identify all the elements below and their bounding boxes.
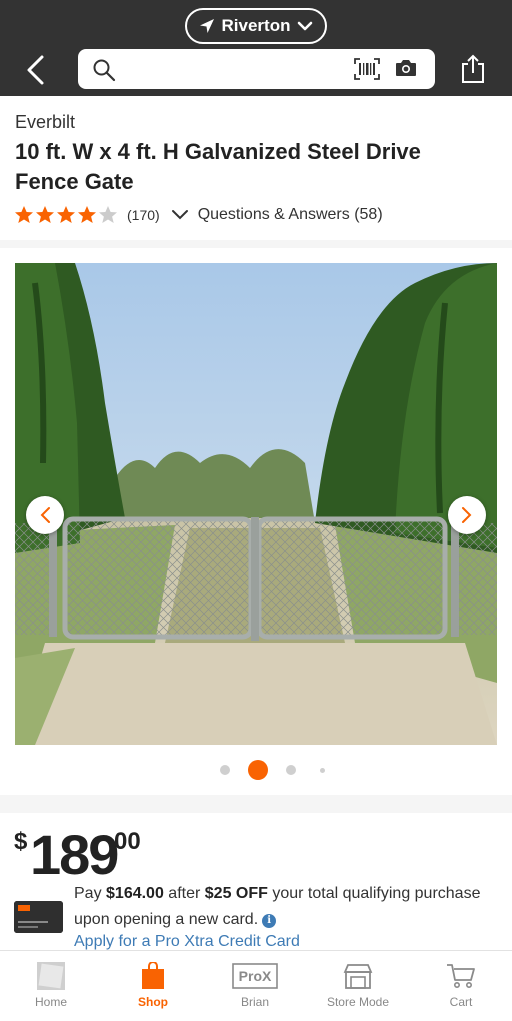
fence-gate-photo: [15, 263, 497, 745]
star-icon: [57, 206, 75, 223]
camera-icon[interactable]: [395, 59, 417, 77]
search-input[interactable]: [126, 57, 326, 81]
pagination-dot[interactable]: [286, 765, 296, 775]
credit-card-image: [14, 901, 63, 933]
product-image[interactable]: [15, 263, 497, 745]
search-icon: [93, 59, 116, 82]
store-icon: [343, 964, 373, 989]
shop-bag-icon: [142, 962, 164, 989]
review-count[interactable]: (170): [127, 207, 160, 223]
chevron-down-icon[interactable]: [171, 209, 189, 221]
location-arrow-icon: [199, 19, 214, 33]
credit-card-promo: Pay $164.00 after $25 OFF your total qua…: [74, 881, 494, 933]
image-pagination[interactable]: [215, 760, 335, 780]
nav-label: Cart: [449, 995, 473, 1009]
promo-amount: $164.00: [106, 885, 164, 902]
chevron-right-icon: [462, 507, 472, 523]
nav-label: Shop: [138, 995, 168, 1009]
nav-label: Brian: [240, 995, 269, 1009]
section-divider: [0, 795, 512, 813]
nav-home[interactable]: Home: [18, 951, 84, 1021]
nav-label: Home: [34, 995, 67, 1009]
star-icon: [99, 206, 117, 223]
section-divider: [0, 240, 512, 248]
rating-row[interactable]: (170) Questions & Answers (58): [14, 204, 383, 226]
star-icon: [36, 206, 54, 223]
star-rating: [14, 205, 118, 225]
previous-image-button[interactable]: [26, 496, 64, 534]
questions-answers-link[interactable]: Questions & Answers (58): [198, 206, 383, 224]
next-image-button[interactable]: [448, 496, 486, 534]
nav-pro-xtra[interactable]: ProX Brian: [222, 951, 288, 1021]
store-name: Riverton: [221, 16, 291, 35]
nav-store-mode[interactable]: Store Mode: [318, 951, 398, 1021]
info-icon[interactable]: i: [262, 914, 277, 928]
home-depot-logo-icon: [37, 962, 65, 990]
pagination-dot-active[interactable]: [248, 760, 268, 780]
share-icon[interactable]: [460, 54, 486, 84]
nav-label: Store Mode: [326, 995, 390, 1009]
cart-icon: [447, 964, 475, 988]
apply-credit-card-link[interactable]: Apply for a Pro Xtra Credit Card: [74, 933, 300, 951]
chevron-left-icon: [40, 507, 50, 523]
bottom-navigation: Home Shop ProX Brian Store Mode Cart: [0, 950, 512, 1020]
star-icon: [15, 206, 33, 223]
search-bar[interactable]: [78, 49, 435, 89]
pro-x-icon: ProX: [232, 963, 278, 989]
product-brand[interactable]: Everbilt: [15, 112, 75, 133]
price-dollars: 189: [30, 823, 119, 886]
chevron-down-icon: [298, 21, 313, 31]
product-title: 10 ft. W x 4 ft. H Galvanized Steel Driv…: [15, 139, 421, 194]
pagination-dot[interactable]: [319, 767, 325, 773]
promo-discount: $25 OFF: [204, 885, 268, 902]
svg-text:ProX: ProX: [239, 968, 272, 984]
price-currency: $: [14, 828, 28, 855]
app-header: Riverton: [0, 0, 512, 96]
nav-shop[interactable]: Shop: [120, 951, 186, 1021]
price-cents: 00: [114, 828, 141, 855]
back-arrow-icon[interactable]: [22, 54, 52, 86]
barcode-scan-icon[interactable]: [354, 58, 380, 80]
star-icon: [78, 206, 96, 223]
promo-text: Pay: [74, 885, 107, 902]
promo-text: after: [163, 885, 205, 902]
pagination-dot[interactable]: [220, 765, 230, 775]
store-selector[interactable]: Riverton: [185, 8, 327, 44]
nav-cart[interactable]: Cart: [428, 951, 494, 1021]
